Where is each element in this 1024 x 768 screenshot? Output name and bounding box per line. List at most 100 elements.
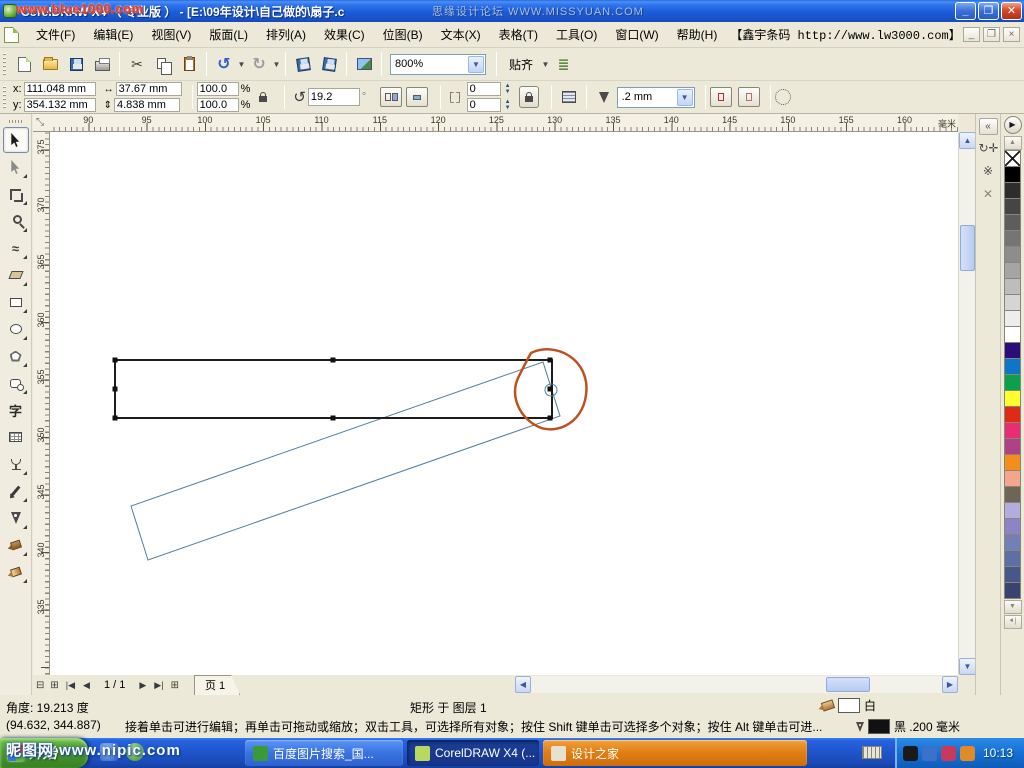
corner-radius-top-input[interactable] [467,82,501,96]
x-position-input[interactable] [24,82,96,96]
rectangle-tool[interactable] [3,289,29,315]
undo-button[interactable]: ↺ [212,52,236,76]
blend-tool[interactable] [3,451,29,477]
snap-button[interactable]: 贴齐 [502,52,540,76]
input-method-icon[interactable] [862,746,882,759]
color-swatch-13[interactable] [1004,358,1021,375]
drawing-canvas[interactable] [50,132,958,675]
rotated-rectangle-outline[interactable] [131,362,560,560]
menu-item-9[interactable]: 工具(O) [547,23,606,46]
task-baidu-image-search[interactable]: 百度图片搜索_国... [245,740,403,766]
color-swatch-18[interactable] [1004,438,1021,455]
corner-radius-bottom-input[interactable] [467,98,501,112]
to-front-button[interactable] [710,87,732,107]
selection-handle-1[interactable] [331,358,336,363]
palette-flyout-button[interactable]: ▶ [1004,116,1022,134]
menu-item-10[interactable]: 窗口(W) [606,23,667,46]
download-tray-icon[interactable] [960,746,975,761]
import-button[interactable] [291,52,315,76]
propbar-grip[interactable] [3,86,6,108]
menu-item-5[interactable]: 效果(C) [315,23,374,46]
toolbar-grip[interactable] [3,53,6,75]
new-document-button[interactable] [12,52,36,76]
fill-tool[interactable] [3,532,29,558]
color-swatch-10[interactable] [1004,310,1021,327]
selection-handle-0[interactable] [113,358,118,363]
color-swatch-23[interactable] [1004,518,1021,535]
menu-item-3[interactable]: 版面(L) [200,23,257,46]
eyedropper-tool[interactable] [3,478,29,504]
horizontal-ruler[interactable]: 9095100105110115120125130135140145150155… [50,114,958,132]
selection-handle-2[interactable] [548,358,553,363]
task-shejizhijia[interactable]: 设计之家 [543,740,807,766]
collapse-docker-button[interactable]: « [979,118,998,135]
crop-tool[interactable] [3,181,29,207]
outline-width-combo[interactable]: .2 mm ▼ [617,87,695,108]
selection-handle-5[interactable] [113,416,118,421]
symmetry-icon[interactable] [775,89,791,105]
add-page-before-button[interactable]: ⊞ [47,680,61,691]
shape-tool[interactable] [3,154,29,180]
palette-scroll-up-button[interactable]: ▲ [1004,136,1022,150]
object-height-input[interactable] [114,98,180,112]
y-position-input[interactable] [24,98,96,112]
minimize-button[interactable]: _ [955,2,976,20]
restore-button[interactable]: ❐ [978,2,999,20]
selected-rectangle[interactable] [115,360,552,418]
palette-scroll-down-button[interactable]: ▼ [1004,600,1022,614]
save-button[interactable] [64,52,88,76]
network-tray-icon[interactable] [922,746,937,761]
scale-width-input[interactable] [197,82,239,96]
toolbox-grip[interactable] [9,120,23,123]
color-swatch-12[interactable] [1004,342,1021,359]
mirror-vertical-button[interactable] [406,87,428,107]
page-curl-icon[interactable]: ⊟ [33,680,47,691]
color-swatch-16[interactable] [1004,406,1021,423]
zoom-tool[interactable] [3,208,29,234]
object-width-input[interactable] [116,82,182,96]
add-page-after-button[interactable]: ⊞ [168,680,182,691]
menu-item-11[interactable]: 帮助(H) [668,23,727,46]
doc-close-button[interactable]: × [1003,27,1020,42]
vertical-scroll-thumb[interactable] [960,225,975,271]
rotation-angle-input[interactable] [308,88,360,106]
menu-item-4[interactable]: 排列(A) [257,23,315,46]
open-button[interactable] [38,52,62,76]
color-swatch-2[interactable] [1004,182,1021,199]
table-tool[interactable] [3,424,29,450]
ellipse-tool[interactable] [3,316,29,342]
last-page-button[interactable]: ▶| [150,680,167,691]
options-button[interactable]: ≣ [551,52,575,76]
scroll-up-button[interactable]: ▲ [959,132,976,149]
selection-handle-3[interactable] [113,387,118,392]
color-swatch-9[interactable] [1004,294,1021,311]
color-swatch-26[interactable] [1004,566,1021,583]
redo-dropdown[interactable]: ▼ [272,53,281,75]
text-tool[interactable]: 字 [3,397,29,423]
interactive-fill-tool[interactable] [3,559,29,585]
color-swatch-21[interactable] [1004,486,1021,503]
color-swatch-22[interactable] [1004,502,1021,519]
smart-fill-tool[interactable] [3,262,29,288]
paste-button[interactable] [177,52,201,76]
cut-button[interactable]: ✂ [125,52,149,76]
selection-handle-4[interactable] [548,387,553,392]
color-swatch-14[interactable] [1004,374,1021,391]
transformation-rotate-tab[interactable]: ↻✛ [979,139,998,158]
zoom-level-combo[interactable]: 800% ▼ [390,54,486,75]
mirror-horizontal-button[interactable] [380,87,402,107]
undo-dropdown[interactable]: ▼ [237,53,246,75]
horizontal-scroll-thumb[interactable] [826,677,870,692]
ruler-origin[interactable] [33,114,50,132]
outline-pen-tool[interactable] [3,505,29,531]
color-swatch-19[interactable] [1004,454,1021,471]
color-swatch-1[interactable] [1004,166,1021,183]
export-button[interactable] [317,52,341,76]
snap-dropdown[interactable]: ▼ [541,53,550,75]
selection-handle-6[interactable] [331,416,336,421]
qq-tray-icon[interactable] [903,746,918,761]
corner-bottom-spinner[interactable]: ▲▼ [503,99,513,111]
menu-item-6[interactable]: 位图(B) [374,23,432,46]
color-swatch-20[interactable] [1004,470,1021,487]
color-swatch-3[interactable] [1004,198,1021,215]
